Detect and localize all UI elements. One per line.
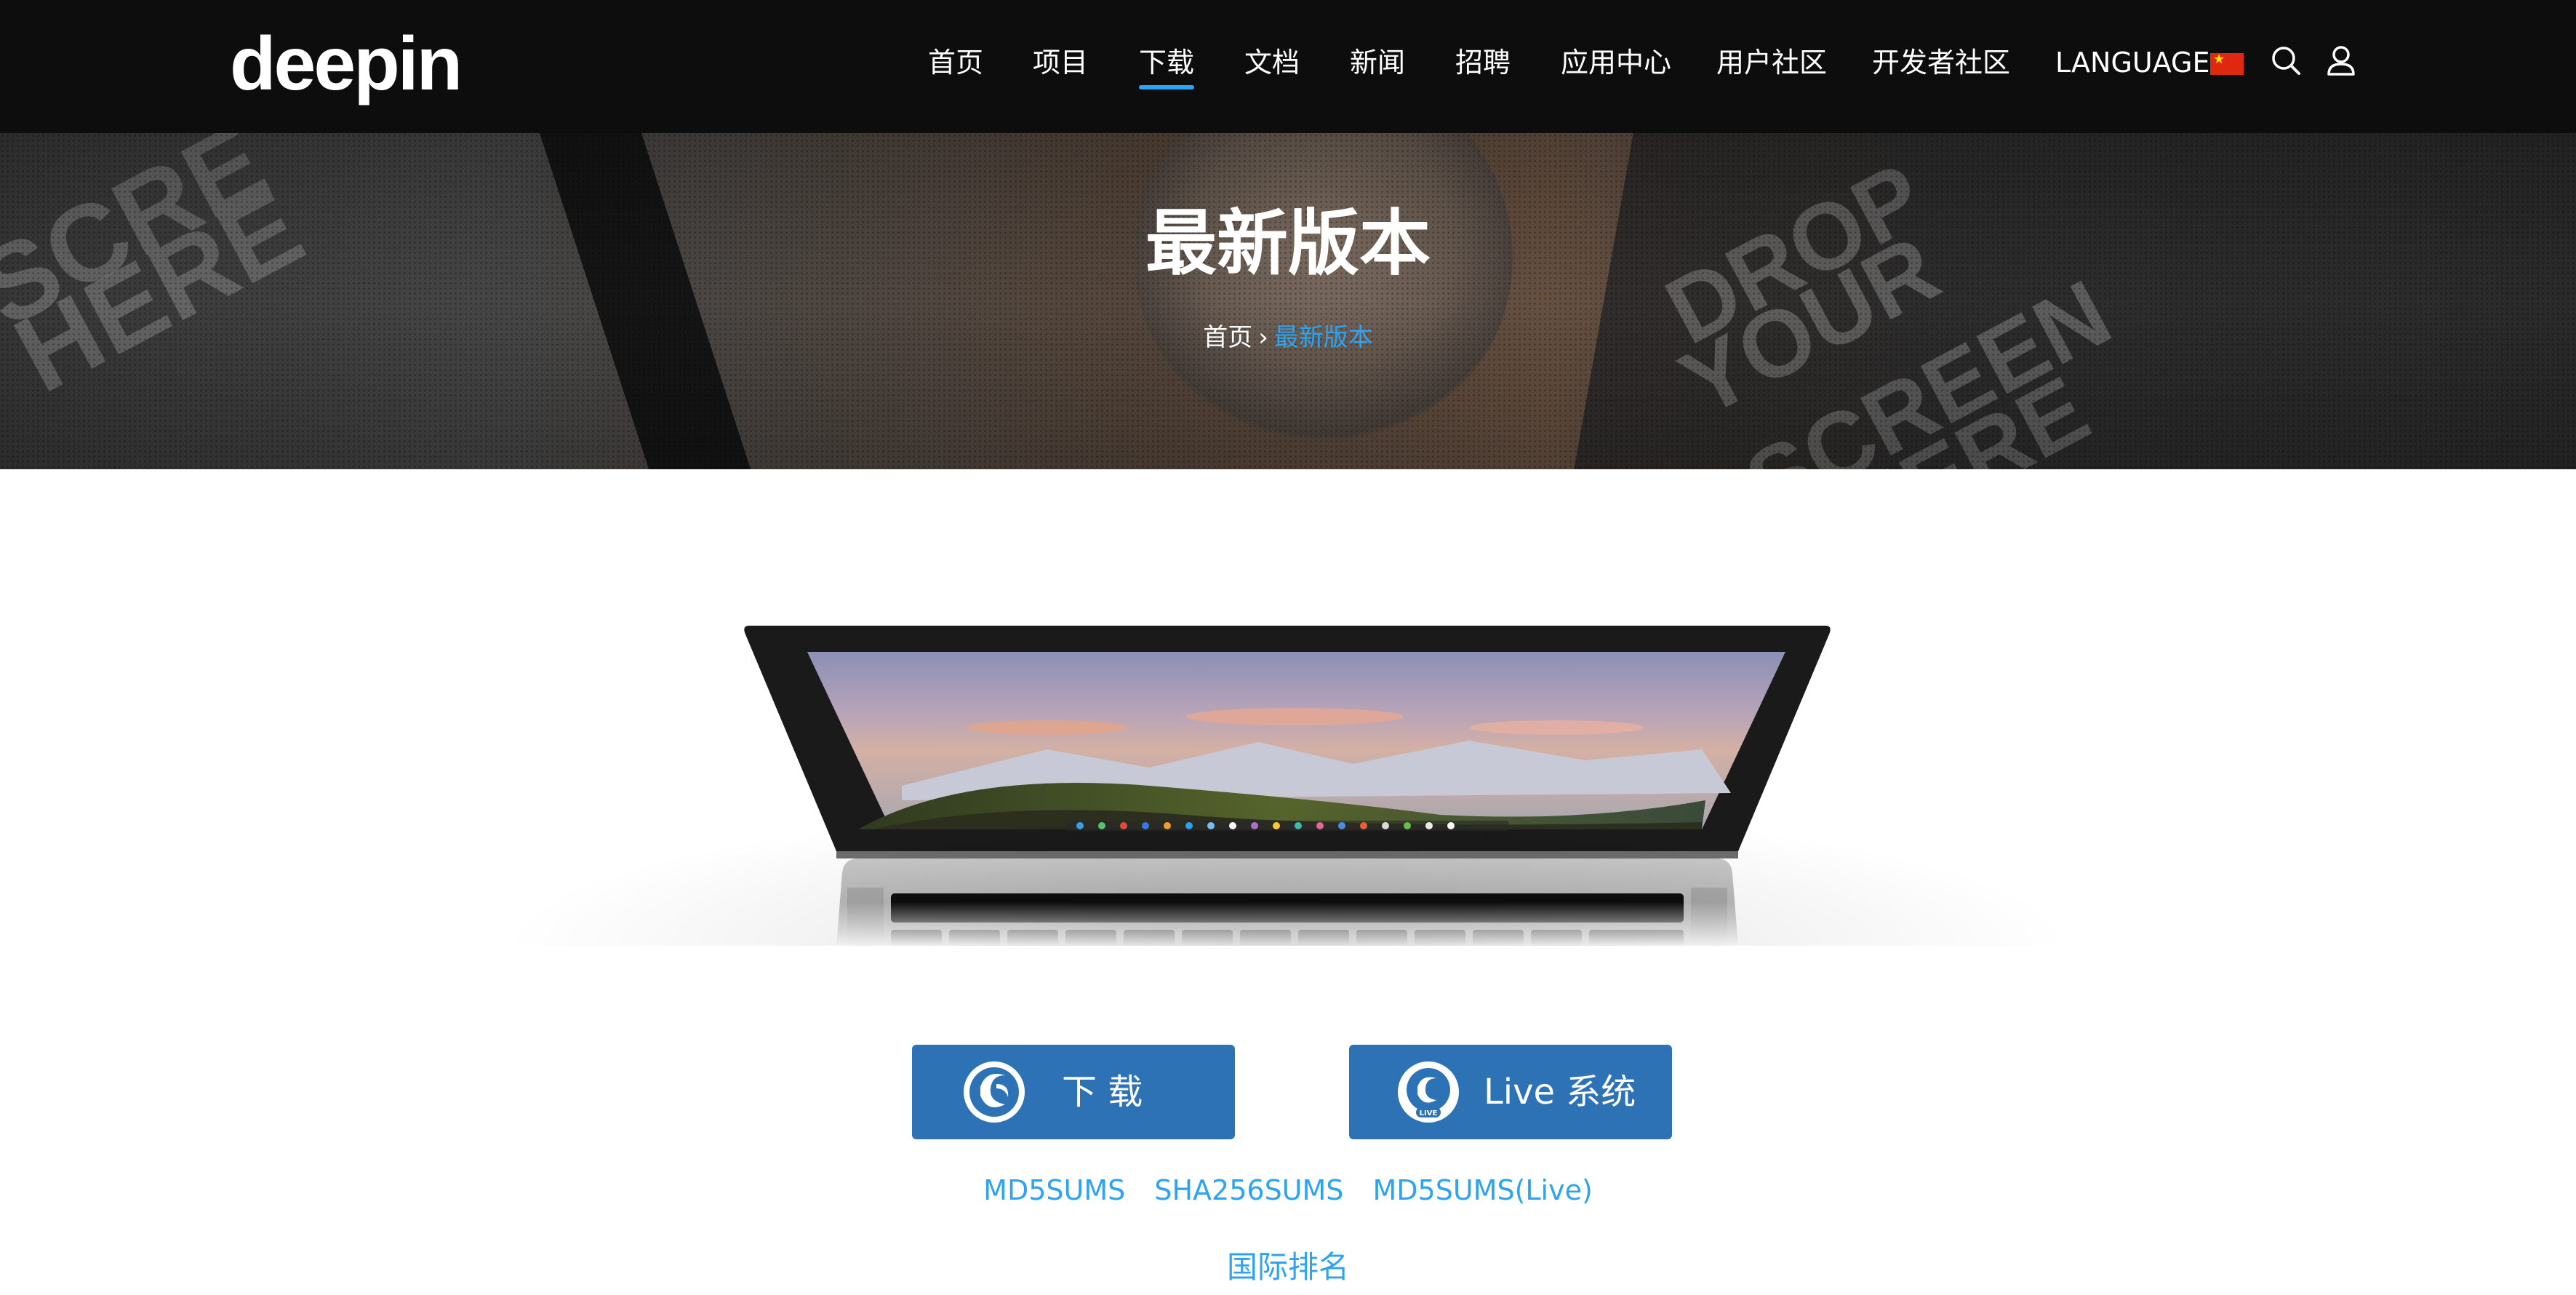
- international-ranking-link[interactable]: 国际排名: [1227, 1249, 1349, 1285]
- download-button-label: 下 载: [1062, 1072, 1143, 1112]
- nav-item-app-center[interactable]: 应用中心: [1561, 41, 1671, 84]
- md5sums-link[interactable]: MD5SUMS: [983, 1174, 1125, 1206]
- nav-item-news[interactable]: 新闻: [1350, 41, 1405, 84]
- breadcrumb: 首页 › 最新版本: [0, 316, 2576, 359]
- breadcrumb-home[interactable]: 首页: [1203, 323, 1252, 352]
- nav-item-projects[interactable]: 项目: [1033, 41, 1088, 84]
- live-system-button[interactable]: LIVE Live 系统: [1349, 1045, 1672, 1139]
- checksum-links: MD5SUMS SHA256SUMS MD5SUMS(Live): [0, 1168, 2576, 1212]
- nav-item-jobs[interactable]: 招聘: [1455, 41, 1511, 84]
- md5sums-live-link[interactable]: MD5SUMS(Live): [1373, 1174, 1593, 1206]
- banner-shade: [0, 133, 2576, 469]
- breadcrumb-separator: ›: [1258, 323, 1268, 352]
- china-flag-icon[interactable]: [2210, 52, 2244, 75]
- language-selector[interactable]: LANGUAGE:: [2055, 41, 2219, 84]
- download-button[interactable]: 下 载: [912, 1045, 1235, 1139]
- breadcrumb-current: 最新版本: [1273, 323, 1373, 352]
- user-icon[interactable]: [2324, 44, 2358, 77]
- nav-item-developer-community[interactable]: 开发者社区: [1872, 41, 2010, 84]
- nav-item-download[interactable]: 下载: [1139, 41, 1195, 89]
- nav-item-user-community[interactable]: 用户社区: [1716, 41, 1827, 84]
- nav-item-docs[interactable]: 文档: [1244, 41, 1300, 84]
- deepin-live-logo-icon: LIVE: [1396, 1059, 1461, 1125]
- page-title: 最新版本: [1145, 202, 1431, 285]
- svg-text:LIVE: LIVE: [1420, 1109, 1438, 1117]
- deepin-logo-icon: [961, 1059, 1027, 1125]
- sha256sums-link[interactable]: SHA256SUMS: [1154, 1174, 1343, 1206]
- laptop-illustration: [495, 509, 2080, 952]
- laptop-shadow: [495, 800, 2080, 946]
- page-banner: SCRE HERE DROP YOUR SCREEN HERE: [0, 133, 2576, 469]
- top-navigation-bar: deepin 首页 项目 下载 文档 新闻 招聘 应用中心 用户社区 开发者社区…: [0, 0, 2576, 133]
- nav-item-home[interactable]: 首页: [928, 41, 983, 84]
- live-system-button-label: Live 系统: [1484, 1072, 1636, 1112]
- international-ranking: 国际排名: [0, 1246, 2576, 1289]
- search-icon[interactable]: [2269, 44, 2303, 77]
